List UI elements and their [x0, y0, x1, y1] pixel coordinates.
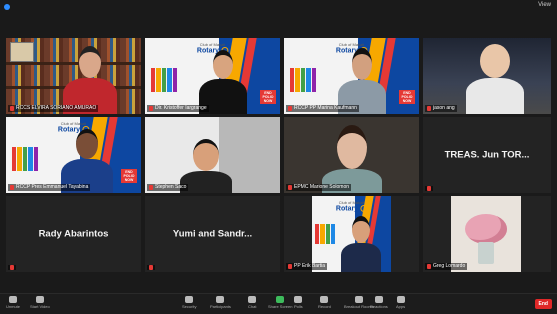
participant-display-name: Rady Abarintos	[38, 228, 109, 240]
mic-muted-icon	[288, 185, 292, 190]
rotary-theme-graphic	[151, 68, 178, 92]
participant-name	[8, 265, 16, 270]
apps-button[interactable]: Apps	[396, 296, 405, 309]
participant-name	[147, 265, 155, 270]
security-button[interactable]: Security	[182, 296, 196, 309]
chat-button[interactable]: Chat	[248, 296, 256, 309]
participant-name	[425, 186, 433, 191]
mic-muted-icon	[149, 265, 153, 270]
end-polio-logo: END POLIO NOW	[260, 90, 276, 104]
video-camera-icon	[35, 296, 44, 303]
mic-muted-icon	[10, 265, 14, 270]
participant-video	[321, 125, 382, 193]
video-tile-1[interactable]: RCCS ELVIRA SORIANO AMURAO	[6, 38, 141, 114]
mic-muted-icon	[427, 106, 431, 111]
participant-name: RCCP Pres Emmanuel Tayabina	[8, 184, 91, 191]
participant-name: PP Erik Bartia	[286, 263, 328, 270]
end-meeting-button[interactable]: End	[534, 299, 552, 309]
video-tile-6[interactable]: Stephen Saco	[145, 117, 280, 193]
video-tile-12[interactable]: Greg Lomardo	[423, 196, 551, 272]
mic-muted-icon	[10, 106, 14, 111]
rotary-wheel-icon	[360, 205, 368, 212]
end-polio-logo: END POLIO NOW	[399, 90, 415, 104]
shield-icon	[4, 4, 10, 10]
flower-bouquet	[465, 214, 507, 244]
meeting-toolbar: Unmute Start Video Security Participants…	[0, 293, 557, 314]
participant-name: Stephen Saco	[147, 184, 189, 191]
video-tile-5[interactable]: Club of Makati Rotary END POLIO NOW RCCP …	[6, 117, 141, 193]
apps-icon	[396, 296, 405, 303]
mic-muted-icon	[427, 186, 431, 191]
mic-muted-icon	[10, 185, 14, 190]
participants-icon	[216, 296, 225, 303]
participant-video	[340, 216, 381, 272]
participant-video	[62, 46, 117, 114]
video-tile-9[interactable]: Rady Abarintos	[6, 196, 141, 272]
participant-name: Dir. Kristoffer Iargrange	[147, 105, 209, 112]
shield-icon	[185, 296, 194, 303]
rotary-theme-graphic	[12, 147, 39, 171]
share-screen-button[interactable]: Share Screen	[268, 296, 292, 309]
breakout-rooms-icon	[354, 296, 363, 303]
video-gallery: View RCCS ELVIRA SORIANO AMURAO Club of …	[0, 0, 557, 293]
reactions-icon	[374, 296, 383, 303]
video-tile-10[interactable]: Yumi and Sandr...	[145, 196, 280, 272]
flower-photo	[451, 196, 521, 272]
wall-photo	[10, 42, 34, 62]
video-tile-2[interactable]: Club of Makati Rotary END POLIO NOW Dir. …	[145, 38, 280, 114]
participant-name: RCCP PP Marina Kaufmann	[286, 105, 359, 112]
participants-button[interactable]: Participants	[210, 296, 231, 309]
record-icon	[320, 296, 329, 303]
record-button[interactable]: Record	[318, 296, 331, 309]
polls-icon	[294, 296, 303, 303]
video-tile-3[interactable]: Club of Makati Rotary END POLIO NOW RCCP …	[284, 38, 419, 114]
rotary-theme-graphic	[315, 224, 335, 244]
unmute-button[interactable]: Unmute	[6, 296, 20, 309]
chat-icon	[248, 296, 257, 303]
participant-display-name: TREAS. Jun TOR...	[444, 149, 530, 161]
participant-name: EPMC Marione Solomon	[286, 184, 352, 191]
mic-muted-icon	[288, 264, 292, 269]
video-tile-7[interactable]: EPMC Marione Solomon	[284, 117, 419, 193]
polls-button[interactable]: Polls	[294, 296, 303, 309]
video-tile-11[interactable]: Club of Makati Rotary PP Erik Bartia	[284, 196, 419, 272]
start-video-button[interactable]: Start Video	[30, 296, 50, 309]
participant-name: Greg Lomardo	[425, 263, 468, 270]
participant-video	[465, 44, 524, 114]
view-button[interactable]: View	[538, 2, 551, 8]
mic-muted-icon	[149, 106, 153, 111]
participant-name: jason ang	[425, 105, 457, 112]
end-polio-logo: END POLIO NOW	[121, 169, 137, 183]
reactions-button[interactable]: Reactions	[370, 296, 388, 309]
mic-muted-icon	[149, 185, 153, 190]
microphone-icon	[9, 296, 17, 303]
meeting-info[interactable]	[4, 2, 10, 12]
mic-muted-icon	[288, 106, 292, 111]
video-tile-8[interactable]: TREAS. Jun TOR...	[423, 117, 551, 193]
rotary-theme-graphic	[290, 68, 317, 92]
rotary-logo: Club of Makati Rotary	[336, 200, 368, 212]
participant-display-name: Yumi and Sandr...	[172, 228, 253, 240]
vase	[478, 242, 494, 264]
video-tile-4[interactable]: jason ang	[423, 38, 551, 114]
participant-name: RCCS ELVIRA SORIANO AMURAO	[8, 105, 99, 112]
mic-muted-icon	[427, 264, 431, 269]
share-screen-icon	[276, 296, 285, 303]
rotary-frame: Club of Makati Rotary	[312, 196, 391, 272]
